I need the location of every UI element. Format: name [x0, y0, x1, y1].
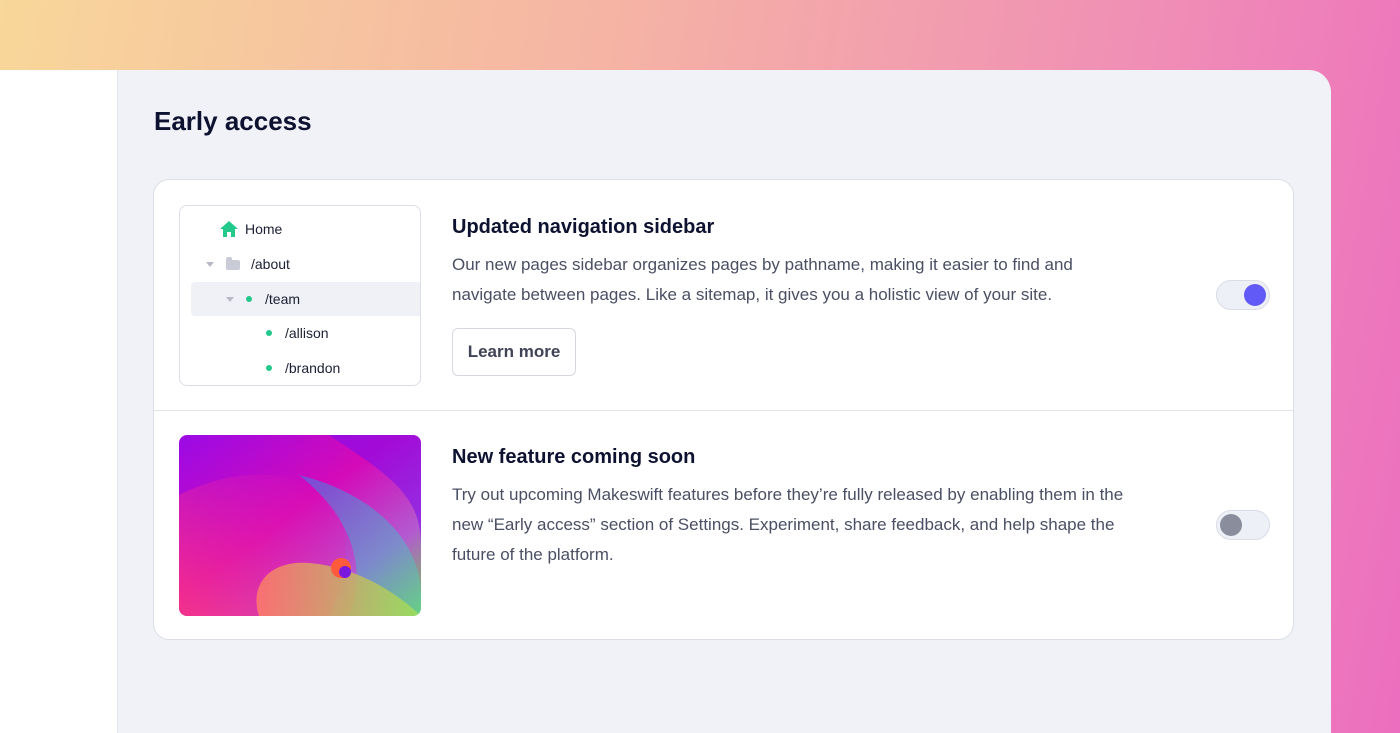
page-title: Early access	[154, 106, 312, 136]
tree-item-label: /allison	[285, 325, 329, 341]
page-dot-icon	[246, 296, 252, 302]
tree-item-team: /team	[191, 282, 420, 316]
tree-item-label: /about	[251, 256, 290, 272]
tree-item-home: Home	[180, 212, 420, 246]
feature-description: Our new pages sidebar organizes pages by…	[452, 255, 1073, 304]
feature-title: Updated navigation sidebar	[452, 216, 715, 238]
feature-description: Try out upcoming Makeswift features befo…	[452, 485, 1124, 564]
page-dot-icon	[266, 365, 272, 371]
tree-item-label: /team	[265, 291, 301, 307]
toggle-knob	[1220, 514, 1242, 536]
caret-down-icon	[226, 297, 234, 302]
feature-title: New feature coming soon	[452, 446, 696, 468]
folder-icon	[226, 257, 240, 270]
navigation-sidebar-preview: Home /about /team /allison /brandon	[179, 205, 421, 386]
tree-item-allison: /allison	[180, 316, 420, 350]
tree-item-label: Home	[245, 221, 283, 237]
feature-new-feature-coming-soon: New feature coming soon Try out upcoming…	[154, 410, 1293, 641]
early-access-card: Home /about /team /allison /brandon Upda…	[153, 179, 1294, 640]
learn-more-button[interactable]: Learn more	[452, 328, 576, 376]
feature-toggle[interactable]	[1216, 510, 1270, 540]
settings-panel: Early access Home /about /team /allison …	[117, 70, 1331, 733]
home-icon	[219, 220, 239, 238]
feature-updated-navigation-sidebar: Home /about /team /allison /brandon Upda…	[154, 180, 1293, 411]
toggle-knob	[1244, 284, 1266, 306]
abstract-gradient-image	[179, 435, 421, 616]
tree-item-label: /brandon	[285, 360, 341, 376]
caret-down-icon	[206, 262, 214, 267]
feature-toggle[interactable]	[1216, 280, 1270, 310]
tree-item-brandon: /brandon	[180, 351, 420, 385]
page-dot-icon	[266, 330, 272, 336]
left-blank-pane	[0, 70, 117, 733]
tree-item-about: /about	[180, 247, 420, 281]
